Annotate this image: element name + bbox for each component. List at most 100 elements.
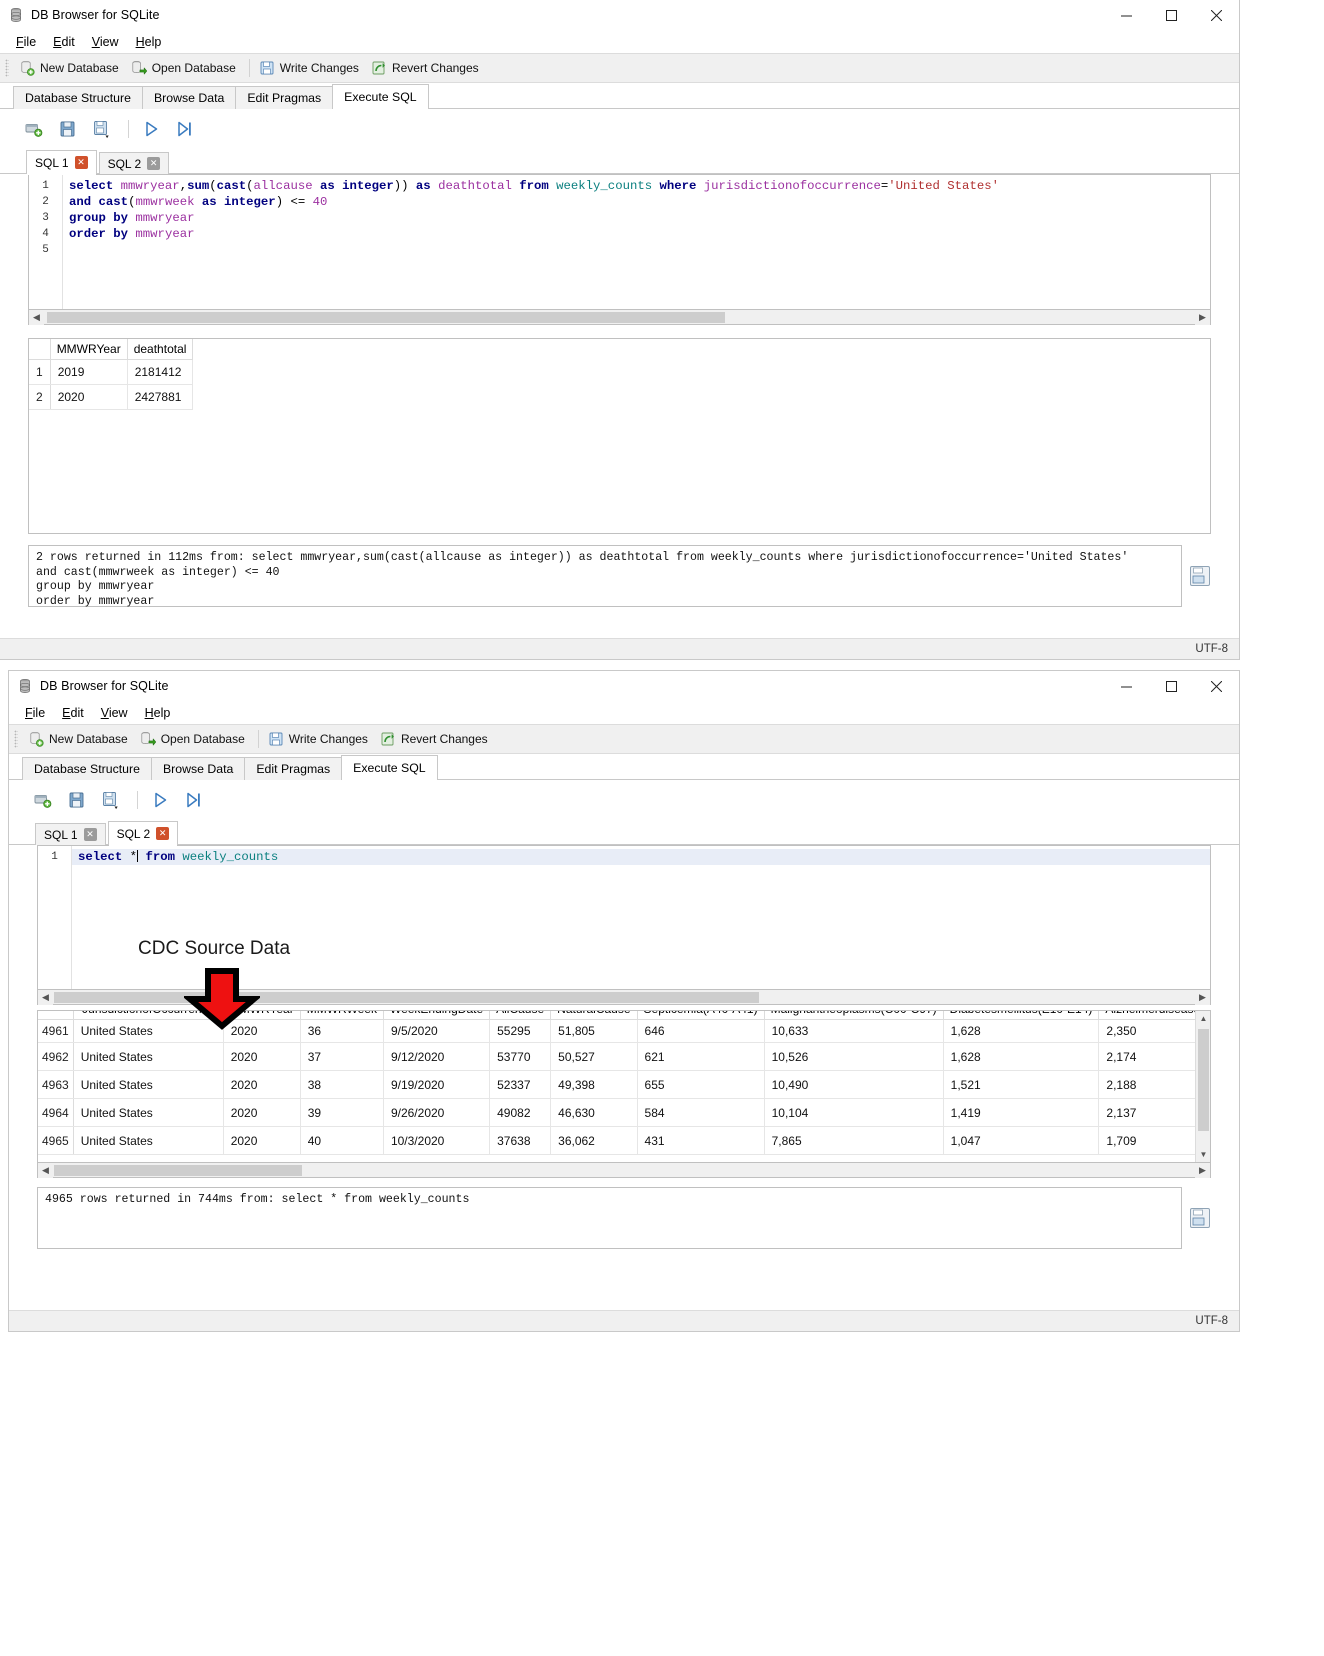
window2-results-grid[interactable]: JurisdictionofOccurrenceMMWRYearMMWRWeek… bbox=[37, 1010, 1211, 1163]
sql-code-line[interactable]: select * from weekly_counts bbox=[72, 849, 1210, 865]
scroll-right-icon[interactable]: ▶ bbox=[1195, 309, 1210, 325]
column-header[interactable]: Malignantneoplasms(C00-C97) bbox=[764, 1011, 944, 1020]
tab-edit-pragmas[interactable]: Edit Pragmas bbox=[244, 757, 343, 780]
table-cell[interactable]: 37638 bbox=[489, 1126, 552, 1155]
table-cell[interactable]: 2,188 bbox=[1098, 1070, 1195, 1099]
table-cell[interactable]: 40 bbox=[300, 1126, 384, 1155]
window2-editor-code[interactable]: select * from weekly_counts bbox=[72, 846, 1210, 989]
tab-browse-data[interactable]: Browse Data bbox=[150, 757, 246, 780]
sql-tab-2[interactable]: SQL 2 ✕ bbox=[107, 821, 179, 846]
sql-tab-1[interactable]: SQL 1 ✕ bbox=[26, 150, 97, 175]
table-cell[interactable]: 9/5/2020 bbox=[383, 1019, 491, 1043]
table-cell[interactable]: 1,419 bbox=[943, 1098, 1100, 1127]
window2-sql-editor[interactable]: 1 select * from weekly_counts bbox=[37, 845, 1211, 990]
table-cell[interactable]: United States bbox=[73, 1098, 224, 1127]
tab-database-structure[interactable]: Database Structure bbox=[13, 86, 143, 109]
row-number-cell[interactable]: 4962 bbox=[38, 1042, 74, 1071]
sql-code-line[interactable]: select mmwryear,sum(cast(allcause as int… bbox=[63, 178, 1210, 194]
table-cell[interactable]: 2020 bbox=[50, 384, 128, 410]
sql-tab-2-close-icon[interactable]: ✕ bbox=[147, 157, 161, 170]
row-number-cell[interactable]: 4964 bbox=[38, 1098, 74, 1127]
table-cell[interactable]: 49082 bbox=[489, 1098, 552, 1127]
table-cell[interactable]: 584 bbox=[637, 1098, 765, 1127]
scroll-left-icon[interactable]: ◀ bbox=[38, 989, 53, 1005]
scroll-right-icon[interactable]: ▶ bbox=[1195, 1162, 1210, 1178]
tab-execute-sql[interactable]: Execute SQL bbox=[341, 755, 438, 780]
window2-editor-hscrollbar[interactable]: ◀ ▶ bbox=[37, 989, 1211, 1005]
table-cell[interactable]: 10,104 bbox=[764, 1098, 944, 1127]
menu-view[interactable]: View bbox=[84, 34, 128, 50]
column-header[interactable]: deathtotal bbox=[127, 339, 194, 360]
window1-results-grid[interactable]: MMWRYear deathtotal 1 2019 2181412 2 2020 24278… bbox=[28, 338, 1211, 534]
table-cell[interactable]: 46,630 bbox=[550, 1098, 638, 1127]
table-cell[interactable]: 1,628 bbox=[943, 1019, 1100, 1043]
table-cell[interactable]: 10,526 bbox=[764, 1042, 944, 1071]
menu-view[interactable]: View bbox=[93, 705, 137, 721]
save-sql-file-icon[interactable] bbox=[92, 119, 112, 139]
column-header[interactable]: AllCause bbox=[489, 1011, 552, 1020]
row-number-header[interactable] bbox=[38, 1011, 74, 1020]
table-cell[interactable]: 37 bbox=[300, 1042, 384, 1071]
table-cell[interactable]: 51,805 bbox=[550, 1019, 638, 1043]
close-button[interactable] bbox=[1194, 671, 1239, 701]
table-cell[interactable]: 2020 bbox=[223, 1070, 301, 1099]
open-sql-file-icon[interactable] bbox=[58, 119, 78, 139]
table-row[interactable]: 4963 United States 2020 38 9/19/2020 52337 49,… bbox=[38, 1070, 1195, 1099]
table-cell[interactable]: 38 bbox=[300, 1070, 384, 1099]
execute-sql-icon[interactable] bbox=[150, 790, 170, 810]
minimize-button[interactable] bbox=[1104, 0, 1149, 30]
open-sql-file-icon[interactable] bbox=[67, 790, 87, 810]
table-row[interactable]: 1 2019 2181412 bbox=[29, 359, 194, 385]
column-header[interactable]: MMWRWeek bbox=[300, 1011, 384, 1020]
table-cell[interactable]: 1,628 bbox=[943, 1042, 1100, 1071]
row-number-cell[interactable]: 2 bbox=[29, 384, 51, 410]
menu-edit[interactable]: Edit bbox=[45, 34, 84, 50]
maximize-button[interactable] bbox=[1149, 0, 1194, 30]
sql-tab-2[interactable]: SQL 2 ✕ bbox=[98, 152, 170, 174]
column-header[interactable]: WeekEndingDate bbox=[383, 1011, 491, 1020]
table-cell[interactable]: 2020 bbox=[223, 1098, 301, 1127]
column-header[interactable]: JurisdictionofOccurrence bbox=[73, 1011, 224, 1020]
table-cell[interactable]: 36,062 bbox=[550, 1126, 638, 1155]
sql-tab-1-close-icon[interactable]: ✕ bbox=[74, 156, 88, 169]
scroll-left-icon[interactable]: ◀ bbox=[29, 309, 44, 325]
close-button[interactable] bbox=[1194, 0, 1239, 30]
table-cell[interactable]: 1,521 bbox=[943, 1070, 1100, 1099]
table-cell[interactable]: 39 bbox=[300, 1098, 384, 1127]
window1-editor-code[interactable]: select mmwryear,sum(cast(allcause as int… bbox=[63, 175, 1210, 309]
table-row[interactable]: 4962 United States 2020 37 9/12/2020 53770 50,… bbox=[38, 1042, 1195, 1071]
sql-code-line[interactable]: group by mmwryear bbox=[63, 210, 1210, 226]
table-cell[interactable]: 7,865 bbox=[764, 1126, 944, 1155]
table-cell[interactable]: 2019 bbox=[50, 359, 128, 385]
table-cell[interactable]: 10,490 bbox=[764, 1070, 944, 1099]
tab-database-structure[interactable]: Database Structure bbox=[22, 757, 152, 780]
minimize-button[interactable] bbox=[1104, 671, 1149, 701]
table-cell[interactable]: 2020 bbox=[223, 1042, 301, 1071]
revert-changes-button[interactable]: Revert Changes bbox=[367, 56, 487, 80]
scroll-down-icon[interactable]: ▼ bbox=[1196, 1147, 1210, 1162]
table-row[interactable]: 4965 United States 2020 40 10/3/2020 37638 36,… bbox=[38, 1126, 1195, 1155]
table-cell[interactable]: 49,398 bbox=[550, 1070, 638, 1099]
column-header[interactable]: NaturalCause bbox=[550, 1011, 638, 1020]
row-number-cell[interactable]: 4965 bbox=[38, 1126, 74, 1155]
table-cell[interactable]: 10/3/2020 bbox=[383, 1126, 491, 1155]
row-number-cell[interactable]: 1 bbox=[29, 359, 51, 385]
vscroll-thumb[interactable] bbox=[1198, 1029, 1209, 1131]
new-sql-tab-icon[interactable] bbox=[33, 790, 53, 810]
table-cell[interactable]: 2020 bbox=[223, 1019, 301, 1043]
new-sql-tab-icon[interactable] bbox=[24, 119, 44, 139]
save-sql-file-icon[interactable] bbox=[101, 790, 121, 810]
scroll-right-icon[interactable]: ▶ bbox=[1195, 989, 1210, 1005]
menu-help[interactable]: Help bbox=[137, 705, 180, 721]
execute-current-line-icon[interactable] bbox=[175, 119, 195, 139]
sql-code-line[interactable]: order by mmwryear bbox=[63, 226, 1210, 242]
tab-edit-pragmas[interactable]: Edit Pragmas bbox=[235, 86, 334, 109]
table-cell[interactable]: 2,174 bbox=[1098, 1042, 1195, 1071]
sql-tab-1[interactable]: SQL 1 ✕ bbox=[35, 823, 106, 845]
table-cell[interactable]: 10,633 bbox=[764, 1019, 944, 1043]
column-header[interactable]: MMWRYear bbox=[50, 339, 128, 360]
row-number-header[interactable] bbox=[29, 339, 51, 360]
column-header[interactable]: Septicemia(A40-A41) bbox=[637, 1011, 765, 1020]
table-cell[interactable]: 2,350 bbox=[1098, 1019, 1195, 1043]
table-cell[interactable]: 2181412 bbox=[127, 359, 194, 385]
